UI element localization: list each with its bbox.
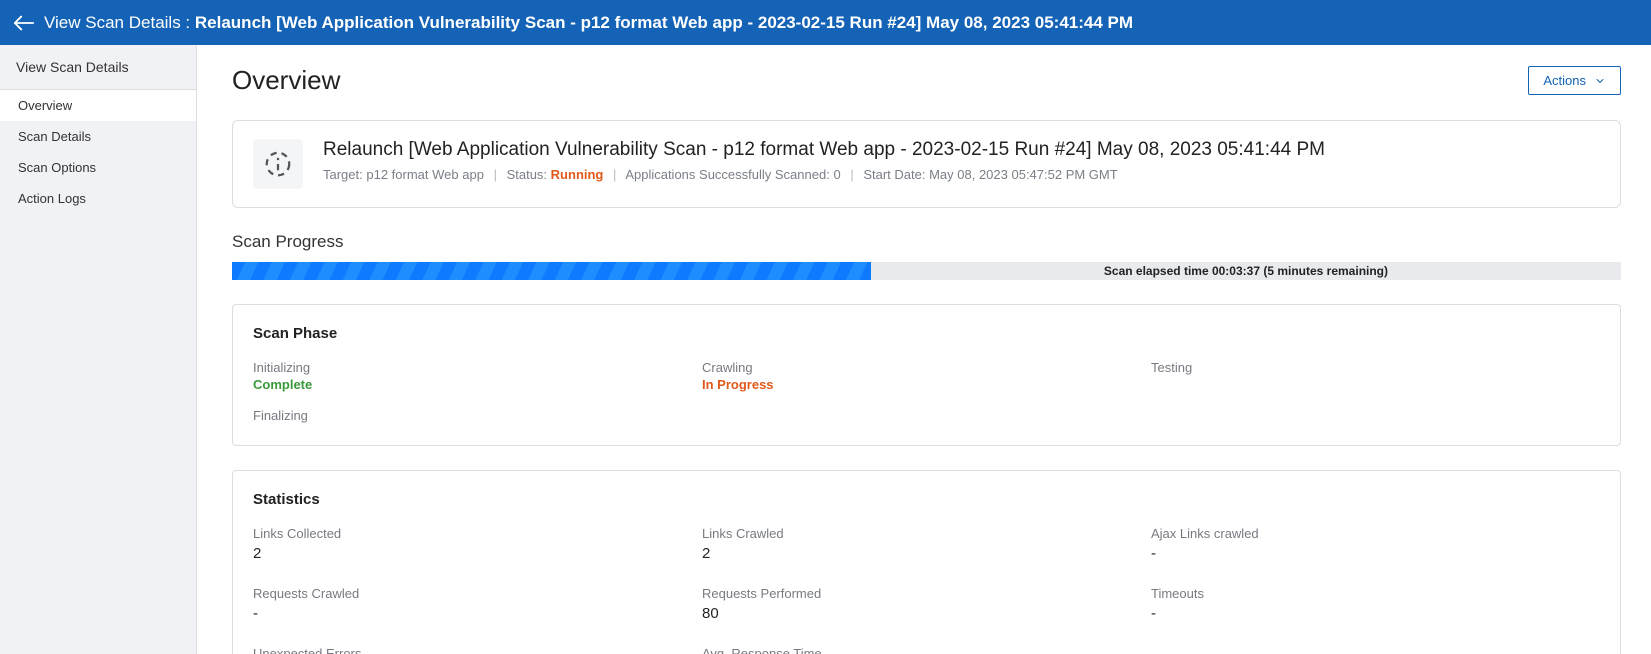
phase-status: Complete: [253, 377, 702, 392]
target-label: Target:: [323, 167, 363, 182]
status-value: Running: [551, 167, 604, 182]
stat-value: -: [1151, 605, 1600, 622]
stat-requests-performed: Requests Performed 80: [702, 586, 1151, 622]
stat-avg-response-time: Avg. Response Time 0.30 Seconds: [702, 646, 1151, 654]
separator: |: [613, 167, 616, 182]
scan-meta: Target: p12 format Web app | Status: Run…: [323, 167, 1600, 182]
status-label: Status:: [507, 167, 547, 182]
start-value: May 08, 2023 05:47:52 PM GMT: [929, 167, 1118, 182]
phase-label: Crawling: [702, 360, 1151, 375]
scan-icon: [253, 139, 303, 189]
phase-label: Testing: [1151, 360, 1600, 375]
stat-label: Timeouts: [1151, 586, 1600, 601]
stat-value: -: [1151, 545, 1600, 562]
separator: |: [494, 167, 497, 182]
stat-label: Ajax Links crawled: [1151, 526, 1600, 541]
stat-label: Avg. Response Time: [702, 646, 1151, 654]
progress-row: Scan elapsed time 00:03:37 (5 minutes re…: [232, 262, 1621, 280]
stat-label: Requests Crawled: [253, 586, 702, 601]
target-value: p12 format Web app: [366, 167, 484, 182]
phase-label: Finalizing: [253, 408, 702, 423]
apps-value: 0: [833, 167, 840, 182]
page-head: Overview Actions: [232, 65, 1621, 96]
app-header: View Scan Details : Relaunch [Web Applic…: [0, 0, 1651, 45]
sidebar-item-scan-options[interactable]: Scan Options: [0, 152, 196, 183]
scan-progress-title: Scan Progress: [232, 232, 1621, 252]
phase-status: In Progress: [702, 377, 1151, 392]
header-scan-name: Relaunch [Web Application Vulnerability …: [195, 13, 1133, 32]
statistics-heading: Statistics: [253, 491, 1600, 508]
back-arrow-icon[interactable]: [10, 9, 38, 37]
stat-label: Links Crawled: [702, 526, 1151, 541]
chevron-down-icon: [1594, 75, 1606, 87]
stat-value: -: [253, 605, 702, 622]
phase-initializing: Initializing Complete: [253, 360, 702, 392]
phase-label: Initializing: [253, 360, 702, 375]
stat-value: 2: [253, 545, 702, 562]
stat-label: Requests Performed: [702, 586, 1151, 601]
phase-crawling: Crawling In Progress: [702, 360, 1151, 392]
progress-bar: [232, 262, 871, 280]
scan-title: Relaunch [Web Application Vulnerability …: [323, 139, 1600, 161]
sidebar-item-action-logs[interactable]: Action Logs: [0, 183, 196, 214]
sidebar-item-overview[interactable]: Overview: [0, 90, 196, 121]
sidebar-title: View Scan Details: [0, 45, 196, 90]
stat-value: 80: [702, 605, 1151, 622]
header-prefix: View Scan Details :: [44, 13, 190, 32]
actions-button-label: Actions: [1543, 73, 1586, 88]
header-title: View Scan Details : Relaunch [Web Applic…: [44, 13, 1133, 33]
progress-text: Scan elapsed time 00:03:37 (5 minutes re…: [871, 262, 1621, 280]
stat-label: Links Collected: [253, 526, 702, 541]
stat-links-crawled: Links Crawled 2: [702, 526, 1151, 562]
sidebar-item-scan-details[interactable]: Scan Details: [0, 121, 196, 152]
actions-button[interactable]: Actions: [1528, 66, 1621, 95]
separator: |: [850, 167, 853, 182]
start-label: Start Date:: [863, 167, 925, 182]
statistics-panel: Statistics Links Collected 2 Links Crawl…: [232, 470, 1621, 654]
scan-phase-heading: Scan Phase: [253, 325, 1600, 342]
apps-label: Applications Successfully Scanned:: [625, 167, 830, 182]
stat-links-collected: Links Collected 2: [253, 526, 702, 562]
stat-unexpected-errors: Unexpected Errors -: [253, 646, 702, 654]
scan-summary-card: Relaunch [Web Application Vulnerability …: [232, 120, 1621, 208]
page-title: Overview: [232, 65, 340, 96]
stat-label: Unexpected Errors: [253, 646, 702, 654]
stat-timeouts: Timeouts -: [1151, 586, 1600, 622]
phase-testing: Testing: [1151, 360, 1600, 392]
stat-requests-crawled: Requests Crawled -: [253, 586, 702, 622]
stat-value: 2: [702, 545, 1151, 562]
sidebar: View Scan Details Overview Scan Details …: [0, 45, 197, 654]
scan-phase-panel: Scan Phase Initializing Complete Crawlin…: [232, 304, 1621, 446]
main-content: Overview Actions Relaunch [Web Applicati…: [197, 45, 1651, 654]
phase-finalizing: Finalizing: [253, 408, 702, 425]
stat-ajax-links-crawled: Ajax Links crawled -: [1151, 526, 1600, 562]
